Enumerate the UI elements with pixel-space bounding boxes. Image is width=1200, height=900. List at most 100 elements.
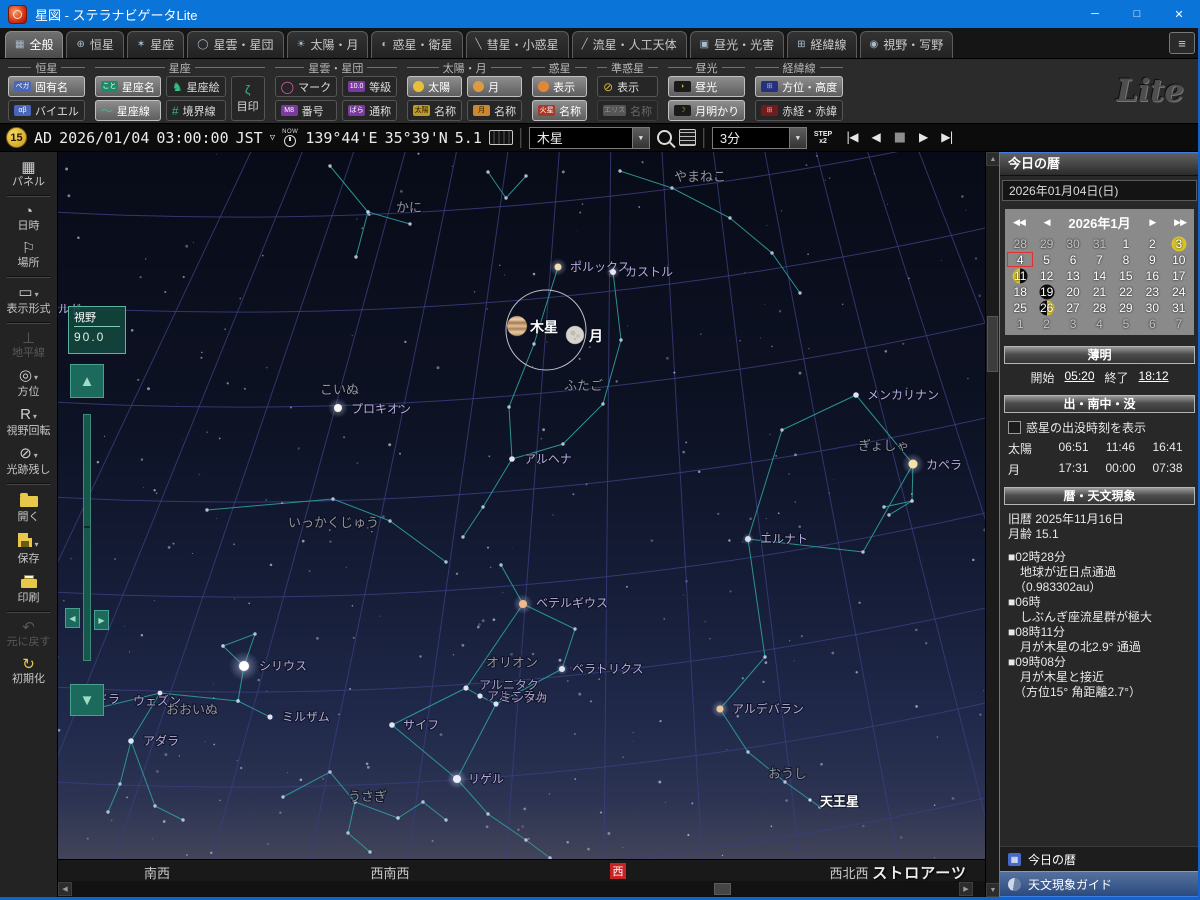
skip-to-start-button[interactable]: |◀ [843, 130, 860, 145]
now-clock-icon[interactable]: NOW [282, 129, 298, 147]
calendar-day-selected[interactable]: 4 [1007, 252, 1034, 267]
tab-fov-photo-frame[interactable]: ◉ 視野・写野 [859, 31, 954, 58]
pan-up-button[interactable]: ▲ [70, 364, 104, 398]
ribbon-button-nebulae-common-name[interactable]: ばら 通称 [342, 100, 398, 121]
sidebar-item-reset[interactable]: ↻ 初期化 [0, 653, 57, 690]
chevron-down-icon[interactable]: ▾ [34, 373, 38, 382]
calendar-day[interactable]: 23 [1139, 284, 1165, 299]
tab-sun-moon[interactable]: ☀ 太陽・月 [286, 31, 369, 58]
ribbon-button-stars-proper-name[interactable]: ペガ 固有名 [8, 76, 85, 97]
calendar-day[interactable]: 20 [1060, 284, 1086, 299]
day-badge[interactable]: 15 [6, 127, 27, 148]
maximize-button[interactable]: □ [1116, 0, 1158, 28]
calendar-day[interactable]: 8 [1113, 252, 1139, 267]
calendar-day[interactable]: 30 [1060, 236, 1086, 251]
close-button[interactable]: ✕ [1158, 0, 1200, 28]
calendar-day[interactable]: 3 [1166, 236, 1192, 251]
calendar-day[interactable]: 3 [1060, 316, 1086, 331]
calendar-day[interactable]: 28 [1007, 236, 1033, 251]
chevron-down-icon[interactable]: ▼ [631, 127, 649, 148]
calendar-day[interactable]: 10 [1166, 252, 1192, 267]
calendar-day[interactable]: 2 [1033, 316, 1059, 331]
calendar-day[interactable]: 1 [1007, 316, 1033, 331]
scroll-down-button[interactable]: ▼ [986, 883, 1000, 897]
calendar-prev-month-button[interactable]: ◀ [1044, 217, 1051, 228]
chevron-down-icon[interactable]: ▾ [34, 540, 38, 549]
twilight-start-time[interactable]: 05:20 [1064, 369, 1094, 386]
tab-nebulae-clusters[interactable]: ◯ 星雲・星団 [187, 31, 284, 58]
scrollbar-thumb[interactable] [987, 316, 998, 372]
play-forward-button[interactable]: ▶ [916, 130, 930, 145]
ribbon-button-daylight-daylight[interactable]: ◗ 昼光 [668, 76, 746, 97]
menu-icon[interactable]: ≡ [1169, 32, 1195, 54]
ribbon-button-sun-moon-moon[interactable]: 月 [467, 76, 523, 97]
vertical-scrollbar[interactable]: ▲ ▼ [985, 152, 1000, 897]
ribbon-button-sun-moon-sun-name[interactable]: 太陽 名称 [407, 100, 463, 121]
ribbon-button-constellations-constellation-name[interactable]: こと 星座名 [94, 76, 161, 97]
pan-right-button[interactable]: ▶ [94, 610, 109, 630]
panel-selector-astro-guide[interactable]: 天文現象ガイド [1000, 871, 1199, 896]
calendar-day[interactable]: 18 [1007, 284, 1033, 299]
calendar-day[interactable]: 17 [1166, 268, 1192, 283]
calendar-day[interactable]: 9 [1139, 252, 1165, 267]
tab-planets-satellites[interactable]: ◐ 惑星・衛星 [371, 31, 463, 58]
calendar-day[interactable]: 5 [1113, 316, 1139, 331]
time-value[interactable]: 03:00:00 [156, 129, 228, 147]
pan-left-button[interactable]: ◀ [65, 608, 80, 628]
ribbon-button-grid-lines-ra-dec-grid[interactable]: ⊞ 赤経・赤緯 [755, 100, 844, 121]
calendar-day[interactable]: 5 [1033, 252, 1059, 267]
tab-constellations[interactable]: ✶ 星座 [126, 31, 185, 58]
ribbon-button-planets-show[interactable]: 表示 [532, 76, 588, 97]
ribbon-button-dwarf-planets-show[interactable]: ⊘ 表示 [597, 76, 659, 97]
tab-stars[interactable]: ⊕ 恒星 [66, 31, 124, 58]
ribbon-button-grid-lines-alt-az-grid[interactable]: ⊞ 方位・高度 [755, 76, 844, 97]
ribbon-button-nebulae-number[interactable]: M8 番号 [274, 100, 338, 121]
calendar-next-month-button[interactable]: ▶ [1149, 217, 1156, 228]
calendar-day[interactable]: 31 [1086, 236, 1112, 251]
scrollbar-track[interactable] [986, 166, 999, 883]
ribbon-button-constellations-marker[interactable]: ζ 目印 [230, 76, 265, 121]
time-step-select[interactable]: 3分 ▼ [711, 126, 807, 149]
calendar-day[interactable]: 7 [1086, 252, 1112, 267]
date-value[interactable]: 2026/01/04 [59, 129, 149, 147]
calendar-day[interactable]: 2 [1139, 236, 1165, 251]
scroll-right-button[interactable]: ▶ [959, 882, 973, 896]
sky-chart[interactable]: ポルックス カストル プロキオン アルヘナ メンカリナン カペラ エルナト ベテルギウス ベラト… [58, 152, 985, 859]
step-multiplier-button[interactable]: STEP x2 [814, 131, 832, 145]
tab-meteors-artificial[interactable]: ╱ 流星・人工天体 [571, 31, 687, 58]
calendar-day[interactable]: 6 [1060, 252, 1086, 267]
chevron-down-icon[interactable]: ▾ [33, 412, 37, 421]
sidebar-item-datetime[interactable]: ◔ 日時 [0, 200, 57, 237]
calendar-prev-year-button[interactable]: ◀◀ [1013, 217, 1026, 228]
ribbon-button-planets-name[interactable]: 火星 名称 [532, 100, 588, 121]
ribbon-button-sun-moon-moon-name[interactable]: 月名称 [467, 100, 523, 121]
calendar-day[interactable]: 21 [1086, 284, 1112, 299]
sidebar-item-light-trails[interactable]: ⊘ ▾ 光跡残し [0, 442, 57, 481]
chevron-down-icon[interactable]: ▼ [788, 127, 806, 148]
calendar-day[interactable]: 6 [1139, 316, 1165, 331]
scroll-left-button[interactable]: ◀ [58, 882, 72, 896]
ribbon-button-daylight-moonlight[interactable]: ☽ 月明かり [668, 100, 746, 121]
calendar-day[interactable]: 31 [1166, 300, 1192, 315]
ribbon-button-constellations-boundary-lines[interactable]: # 境界線 [165, 100, 226, 121]
calendar-day[interactable]: 1 [1113, 236, 1139, 251]
calendar-day[interactable]: 26 [1033, 300, 1059, 315]
show-planet-rise-set-checkbox[interactable] [1008, 421, 1021, 434]
chevron-down-icon[interactable]: ▾ [34, 451, 38, 460]
object-list-icon[interactable] [678, 129, 696, 146]
tab-daylight-light-pollution[interactable]: ▣ 昼光・光害 [689, 31, 785, 58]
calendar-day[interactable]: 15 [1113, 268, 1139, 283]
skip-to-end-button[interactable]: ▶| [938, 130, 955, 145]
calendar-next-year-button[interactable]: ▶▶ [1174, 217, 1187, 228]
sky-canvas[interactable]: ポルックスカストルプロキオンアルヘナ メンカリナンカペラエルナトベテルギウスベラト… [58, 152, 985, 859]
sidebar-item-rotate-view[interactable]: R ▾ 視野回転 [0, 403, 57, 442]
stop-button[interactable]: ■ [891, 130, 908, 145]
tab-coordinate-grid[interactable]: ⊞ 経緯線 [787, 31, 857, 58]
chevron-down-icon[interactable]: ▾ [35, 290, 39, 299]
panel-selector-today-calendar[interactable]: ▦ 今日の暦 [1000, 846, 1199, 871]
sidebar-item-direction[interactable]: ◎ ▾ 方位 [0, 364, 57, 403]
calendar-day[interactable]: 12 [1033, 268, 1059, 283]
target-select[interactable]: 木星 ▼ [528, 126, 650, 149]
calendar-day[interactable]: 11 [1007, 268, 1033, 283]
calendar-day[interactable]: 19 [1033, 284, 1059, 299]
